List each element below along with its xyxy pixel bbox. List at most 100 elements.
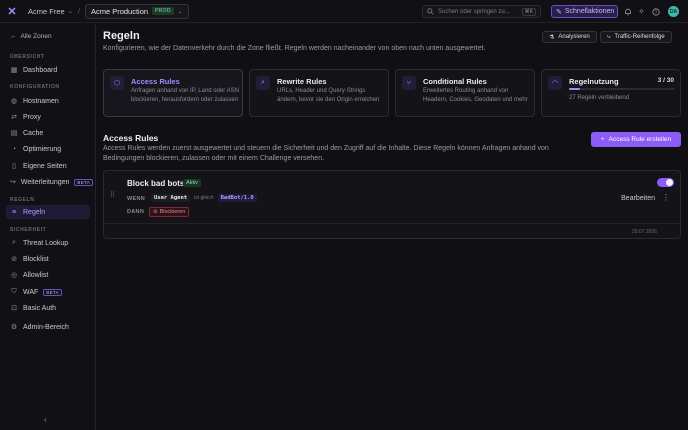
create-access-rule-button[interactable]: + Access Rule erstellen <box>591 132 681 147</box>
search-icon <box>427 8 434 15</box>
search-input[interactable]: Suchen oder springen zu... ⌘K <box>422 5 541 18</box>
chevron-down-icon: ⌄ <box>67 8 73 15</box>
rule-condition: User Agent ist gleich BadBot/1.0 <box>151 194 257 202</box>
rule-name: Block bad bots <box>127 179 185 188</box>
sidebar-item-admin[interactable]: ⚙ Admin-Bereich <box>6 320 90 334</box>
card-rewrite-rules[interactable]: ⌕ Rewrite Rules URLs, Header und Query-S… <box>249 69 389 117</box>
card-title: Access Rules <box>131 77 180 86</box>
card-description: Erweitertes Routing anhand von Headern, … <box>423 88 528 103</box>
sidebar-item-optimization[interactable]: ◔ Optimierung <box>6 142 90 156</box>
analyze-label: Analysieren <box>558 34 590 40</box>
collapse-sidebar-icon[interactable]: ‹ <box>44 415 47 424</box>
plus-icon: + <box>600 136 605 143</box>
usage-title: Regelnutzung <box>569 77 619 86</box>
divider <box>104 223 680 224</box>
app-logo[interactable]: ✕ <box>0 5 24 18</box>
sidebar-item-label: Optimierung <box>23 145 62 153</box>
zone-env-badge: PROD <box>152 7 174 15</box>
rewrite-icon: ⌕ <box>256 76 270 90</box>
grid-icon: ▦ <box>10 67 18 74</box>
sidebar-item-waf[interactable]: ⛉ WAF BETA <box>6 285 90 299</box>
card-access-rules[interactable]: ⬡ Access Rules Anfragen anhand von IP, L… <box>103 69 243 117</box>
section-title: Access Rules <box>103 133 159 143</box>
arrows-icon: ⇄ <box>11 114 17 121</box>
rule-enabled-toggle[interactable] <box>657 178 674 187</box>
condition-operator: ist gleich <box>194 195 214 201</box>
usage-count: 3 / 30 <box>657 77 674 84</box>
gauge-icon: ◠ <box>548 76 562 90</box>
sidebar-item-label: Admin-Bereich <box>23 323 69 331</box>
sidebar-item-label: Weiterleitungen <box>20 178 70 186</box>
sidebar: ← Alle Zonen ÜBERSICHT ▦ Dashboard KONFI… <box>0 23 96 430</box>
zone-switcher[interactable]: Acme Production PROD ⌄ <box>84 3 189 19</box>
sidebar-item-proxy[interactable]: ⇄ Proxy <box>6 110 90 124</box>
org-switcher[interactable]: Acme Free ⌄ <box>28 7 73 16</box>
more-options-icon[interactable]: ⋮ <box>662 193 670 202</box>
help-icon[interactable]: ? <box>650 6 661 17</box>
beta-badge: BETA <box>74 178 94 186</box>
edit-rule-button[interactable]: Bearbeiten <box>621 195 655 202</box>
condition-value: BadBot/1.0 <box>217 194 257 202</box>
beta-badge: BETA <box>43 288 62 296</box>
breadcrumb-separator: / <box>77 6 80 16</box>
traffic-order-label: Traffic-Reihenfolge <box>614 34 665 40</box>
sidebar-item-threat-lookup[interactable]: ⌕ Threat Lookup <box>6 236 90 250</box>
chevron-down-icon: ⌄ <box>177 8 183 15</box>
search-shortcut: ⌘K <box>521 7 536 16</box>
drag-handle-icon[interactable]: ⠿ <box>110 191 115 199</box>
sidebar-item-dashboard[interactable]: ▦ Dashboard <box>6 63 90 77</box>
create-label: Access Rule erstellen <box>608 136 672 143</box>
flow-icon: ⤷ <box>607 33 611 40</box>
search-placeholder: Suchen oder springen zu... <box>438 8 510 15</box>
quick-actions-label: Schnellaktionen <box>564 8 615 15</box>
section-rules: REGELN <box>10 197 35 203</box>
sidebar-item-basic-auth[interactable]: ⊡ Basic Auth <box>6 301 90 315</box>
org-name: Acme Free <box>28 6 65 16</box>
sidebar-item-hostnames[interactable]: ◍ Hostnamen <box>6 94 90 108</box>
rules-icon: ≡ <box>11 208 17 216</box>
when-label: WENN <box>127 196 146 202</box>
then-label: DANN <box>127 209 145 215</box>
sidebar-item-label: Proxy <box>23 113 41 121</box>
sidebar-item-cache[interactable]: ▤ Cache <box>6 126 90 140</box>
sidebar-item-redirects[interactable]: ↪ Weiterleitungen BETA <box>6 175 94 189</box>
card-conditional-rules[interactable]: ⑂ Conditional Rules Erweitertes Routing … <box>395 69 535 117</box>
section-overview: ÜBERSICHT <box>10 54 45 60</box>
sidebar-item-custom-pages[interactable]: ▯ Eigene Seiten <box>6 159 90 173</box>
card-rule-usage: ◠ Regelnutzung 3 / 30 27 Regeln verbleib… <box>541 69 681 117</box>
section-config: KONFIGURATION <box>10 84 60 90</box>
avatar[interactable]: DA <box>668 6 679 17</box>
sidebar-item-label: Blocklist <box>23 255 49 263</box>
sparkle-icon[interactable]: ✧ <box>636 6 647 17</box>
back-label: Alle Zonen <box>20 33 52 40</box>
sidebar-item-label: Allowlist <box>23 271 49 279</box>
card-title: Rewrite Rules <box>277 77 327 86</box>
globe-icon: ◍ <box>10 98 18 105</box>
sidebar-item-rules[interactable]: ≡ Regeln <box>6 205 90 219</box>
status-badge: Aktiv <box>183 179 201 187</box>
shield-icon: ⛉ <box>11 288 17 295</box>
action-badge: ⊘ Blockieren <box>149 207 190 217</box>
sidebar-item-allowlist[interactable]: ◎ Allowlist <box>6 268 90 282</box>
usage-progress-bar <box>569 88 675 90</box>
sidebar-item-label: Threat Lookup <box>23 239 69 247</box>
wand-icon: ✎ <box>556 8 562 16</box>
section-description: Access Rules werden zuerst ausgewertet u… <box>103 145 549 162</box>
traffic-order-button[interactable]: ⤷ Traffic-Reihenfolge <box>600 31 672 43</box>
card-description: URLs, Header und Query-Strings ändern, b… <box>277 88 380 103</box>
sidebar-item-label: Basic Auth <box>23 304 57 312</box>
page-title: Regeln <box>103 30 140 42</box>
back-to-zones-link[interactable]: ← Alle Zonen <box>10 33 52 40</box>
card-title: Conditional Rules <box>423 77 487 86</box>
page-icon: ▯ <box>12 163 16 170</box>
analyze-button[interactable]: ⚗ Analysieren <box>542 31 597 43</box>
ban-icon: ⊘ <box>11 256 17 263</box>
bell-icon[interactable] <box>622 6 633 17</box>
usage-remaining: 27 Regeln verbleibend <box>569 95 630 101</box>
flask-icon: ⚗ <box>549 34 555 41</box>
sidebar-item-label: Regeln <box>23 208 46 216</box>
quick-actions-button[interactable]: ✎ Schnellaktionen <box>551 5 618 18</box>
sidebar-item-label: Eigene Seiten <box>23 162 67 170</box>
sidebar-item-blocklist[interactable]: ⊘ Blocklist <box>6 252 90 266</box>
shield-icon: ⬡ <box>110 76 124 90</box>
